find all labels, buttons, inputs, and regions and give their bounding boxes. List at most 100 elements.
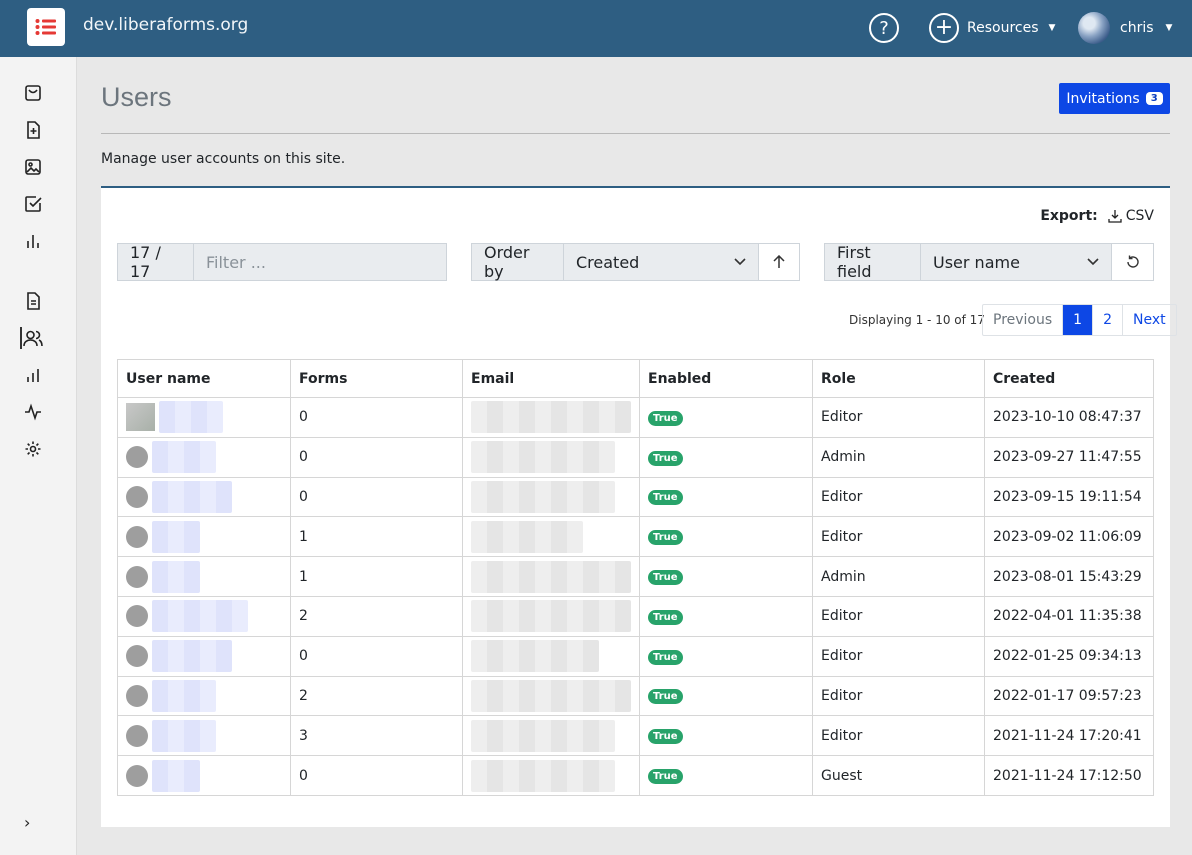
- column-header-forms[interactable]: Forms: [290, 359, 463, 398]
- site-stats-icon[interactable]: [22, 364, 44, 386]
- activity-icon[interactable]: [22, 401, 44, 423]
- redacted-email: [471, 600, 631, 633]
- email-cell: [462, 635, 640, 677]
- redacted-user-name: [152, 480, 232, 513]
- sidebar: [0, 57, 77, 855]
- invitations-button[interactable]: Invitations 3: [1059, 83, 1170, 114]
- user-name-cell[interactable]: [117, 595, 291, 637]
- enabled-badge[interactable]: True: [648, 490, 683, 506]
- enabled-badge[interactable]: True: [648, 769, 683, 785]
- order-by-select[interactable]: Created: [564, 244, 758, 280]
- table-row: 0 True Admin 2023-09-27 11:47:55: [117, 436, 1154, 478]
- user-name-cell[interactable]: [117, 436, 291, 478]
- email-cell: [462, 755, 640, 796]
- filter-input[interactable]: Filter ...: [194, 244, 446, 280]
- arrow-up-icon: [773, 255, 785, 268]
- first-field-group: First field User name: [824, 243, 1154, 281]
- first-field-value: User name: [933, 252, 1020, 272]
- email-cell: [462, 516, 640, 558]
- redacted-user-name: [152, 719, 216, 752]
- user-name-cell[interactable]: [117, 397, 291, 438]
- csv-export-link[interactable]: CSV: [1108, 208, 1154, 224]
- avatar: [126, 403, 155, 432]
- redacted-email: [471, 640, 599, 673]
- chevron-down-icon: [1087, 258, 1099, 266]
- site-name-link[interactable]: dev.liberaforms.org: [83, 15, 248, 35]
- filter-group: 17 / 17 Filter ...: [117, 243, 447, 281]
- user-name-cell[interactable]: [117, 675, 291, 717]
- page-2-button[interactable]: 2: [1092, 305, 1122, 335]
- reset-button[interactable]: [1111, 244, 1153, 280]
- created-cell: 2023-09-02 11:06:09: [984, 516, 1154, 558]
- column-header-role[interactable]: Role: [812, 359, 985, 398]
- enabled-badge[interactable]: True: [648, 450, 683, 466]
- role-cell: Editor: [812, 595, 985, 637]
- users-icon[interactable]: [22, 327, 44, 349]
- table-row: 0 True Editor 2023-09-15 19:11:54: [117, 476, 1154, 518]
- user-name-cell[interactable]: [117, 556, 291, 597]
- new-form-icon[interactable]: [22, 119, 44, 141]
- created-cell: 2023-08-01 15:43:29: [984, 556, 1154, 597]
- enabled-badge[interactable]: True: [648, 410, 683, 426]
- created-cell: 2023-09-27 11:47:55: [984, 436, 1154, 478]
- enabled-badge[interactable]: True: [648, 729, 683, 745]
- resources-label: Resources: [967, 20, 1039, 36]
- enabled-cell: True: [639, 476, 813, 518]
- stats-icon[interactable]: [22, 230, 44, 252]
- column-header-enabled[interactable]: Enabled: [639, 359, 813, 398]
- csv-label: CSV: [1125, 208, 1154, 224]
- site-file-icon[interactable]: [22, 290, 44, 312]
- users-table: User name Forms Email Enabled Role Creat…: [117, 359, 1154, 796]
- column-header-created[interactable]: Created: [984, 359, 1154, 398]
- order-by-value: Created: [576, 252, 640, 272]
- redacted-email: [471, 560, 631, 593]
- redacted-email: [471, 679, 631, 712]
- redacted-email: [471, 520, 583, 553]
- user-menu-dropdown[interactable]: chris ▼: [1078, 12, 1172, 44]
- expand-sidebar-chevron-icon[interactable]: ›: [24, 813, 30, 832]
- enabled-badge[interactable]: True: [648, 689, 683, 705]
- forms-cell: 2: [290, 675, 463, 717]
- redacted-user-name: [152, 600, 248, 633]
- redacted-user-name: [152, 640, 232, 673]
- media-icon[interactable]: [22, 156, 44, 178]
- next-page-button[interactable]: Next: [1122, 305, 1176, 335]
- page-1-button[interactable]: 1: [1062, 305, 1093, 335]
- redacted-email: [471, 719, 615, 752]
- consents-icon[interactable]: [22, 193, 44, 215]
- resources-dropdown[interactable]: + Resources ▼: [929, 13, 1055, 43]
- first-field-select[interactable]: User name: [921, 244, 1111, 280]
- enabled-cell: True: [639, 675, 813, 717]
- liberaforms-logo[interactable]: [27, 8, 65, 46]
- invitations-count-badge: 3: [1145, 92, 1163, 105]
- settings-icon[interactable]: [22, 438, 44, 460]
- column-header-email[interactable]: Email: [462, 359, 640, 398]
- question-circle-icon[interactable]: ?: [869, 13, 899, 43]
- created-cell: 2022-01-25 09:34:13: [984, 635, 1154, 677]
- email-cell: [462, 715, 640, 757]
- user-name-cell[interactable]: [117, 635, 291, 677]
- enabled-badge[interactable]: True: [648, 530, 683, 546]
- sort-direction-button[interactable]: [758, 244, 799, 280]
- forms-cell: 0: [290, 755, 463, 796]
- table-row: 0 True Guest 2021-11-24 17:12:50: [117, 755, 1154, 796]
- page-title: Users: [101, 82, 172, 112]
- created-cell: 2022-04-01 11:35:38: [984, 595, 1154, 637]
- redacted-user-name: [152, 679, 216, 712]
- users-panel: Export: CSV 17 / 17 Filter ... Order by …: [101, 186, 1177, 827]
- enabled-badge[interactable]: True: [648, 570, 683, 586]
- forms-bag-icon[interactable]: [22, 82, 44, 104]
- chevron-down-icon: [734, 258, 746, 266]
- user-name-cell[interactable]: [117, 755, 291, 796]
- table-header-row: User name Forms Email Enabled Role Creat…: [117, 359, 1154, 398]
- column-header-user-name[interactable]: User name: [117, 359, 291, 398]
- forms-cell: 1: [290, 516, 463, 558]
- user-name-cell[interactable]: [117, 516, 291, 558]
- user-name-cell[interactable]: [117, 476, 291, 518]
- user-name-cell[interactable]: [117, 715, 291, 757]
- redacted-email: [471, 401, 631, 434]
- enabled-badge[interactable]: True: [648, 649, 683, 665]
- enabled-badge[interactable]: True: [648, 609, 683, 625]
- redacted-email: [471, 441, 615, 474]
- previous-page-button[interactable]: Previous: [983, 305, 1062, 335]
